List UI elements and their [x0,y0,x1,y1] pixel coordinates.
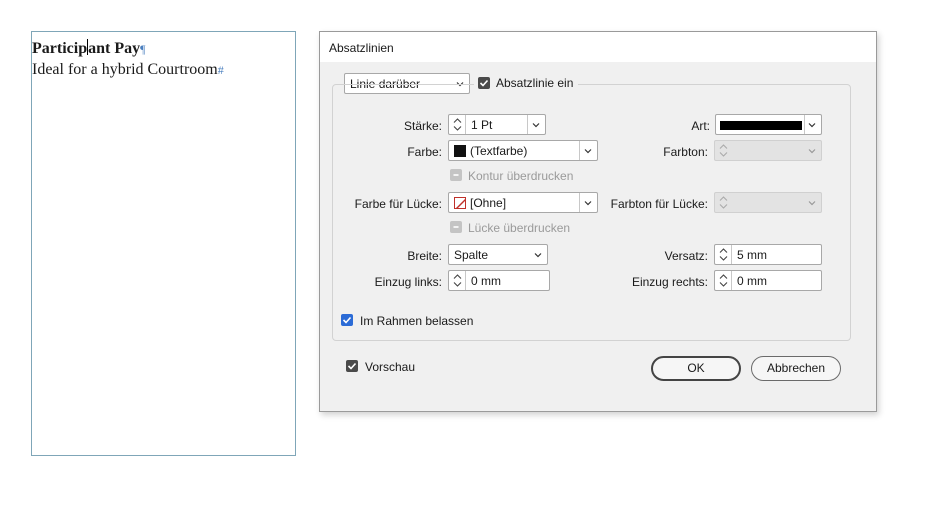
stepper-arrows-icon [453,274,462,287]
dialog-titlebar[interactable]: Absatzlinien [320,32,876,62]
heading-text-end: ant Pay [88,40,141,57]
gap-color-select[interactable]: [Ohne] [448,192,598,213]
offset-field[interactable]: 5 mm [714,244,822,265]
rule-on-checkbox[interactable] [478,77,490,89]
text-frame[interactable]: Participant Pay¶ Ideal for a hybrid Cour… [31,31,296,456]
solid-stroke-preview [720,121,802,130]
indeterminate-icon [453,174,459,176]
offset-label: Versatz: [664,249,708,263]
width-value: Spalte [454,248,489,262]
type-label: Art: [691,119,710,133]
stepper-arrows-icon [719,248,728,261]
chevron-down-icon [534,253,542,258]
chevron-down-icon [808,201,816,206]
stepper-arrows-icon [719,274,728,287]
offset-stepper[interactable] [715,245,732,264]
left-indent-stepper[interactable] [449,271,466,290]
width-label: Breite: [407,249,442,263]
keep-in-frame-label: Im Rahmen belassen [360,314,474,328]
right-indent-stepper[interactable] [715,271,732,290]
weight-combobox[interactable]: 1 Pt [448,114,546,135]
overprint-gap-label: Lücke überdrucken [468,221,571,235]
stepper-arrows-icon [719,144,728,157]
color-label: Farbe: [407,145,442,159]
tint-stepper[interactable] [715,141,732,160]
left-indent-field[interactable]: 0 mm [448,270,550,291]
preview-checkbox[interactable] [346,360,358,372]
chevron-down-icon [808,149,816,154]
gap-color-value: [Ohne] [470,196,507,210]
color-value: (Textfarbe) [470,144,528,158]
preview-label: Vorschau [365,360,416,374]
indeterminate-icon [453,226,459,228]
left-indent-value: 0 mm [471,274,501,288]
offset-value: 5 mm [737,248,767,262]
stroke-type-select[interactable] [715,114,822,135]
divider [579,193,580,212]
stepper-arrows-icon [719,196,728,209]
overprint-gap-checkbox[interactable] [450,221,462,233]
divider [527,115,528,134]
divider [804,115,805,134]
cancel-button[interactable]: Abbrechen [751,356,841,381]
weight-value: 1 Pt [471,118,493,132]
stepper-arrows-icon [453,118,462,131]
rule-on-label: Absatzlinie ein [496,76,574,90]
keep-in-frame-checkbox[interactable] [341,314,353,326]
divider [579,141,580,160]
chevron-down-icon[interactable] [531,120,541,130]
paragraph-heading[interactable]: Participant Pay¶ [32,39,146,58]
tint-label: Farbton: [663,145,708,159]
chevron-down-icon [584,201,592,206]
chevron-down-icon [808,123,816,128]
gap-color-label: Farbe für Lücke: [354,197,442,211]
weight-label: Stärke: [403,119,442,133]
ok-button[interactable]: OK [651,356,741,381]
gap-tint-combobox[interactable] [714,192,822,213]
checkmark-icon [347,362,357,370]
none-swatch-icon [454,197,466,209]
dialog-title: Absatzlinien [329,41,394,55]
tint-combobox[interactable] [714,140,822,161]
checkmark-icon [342,316,352,324]
color-swatch [454,145,466,157]
pilcrow-mark: ¶ [140,42,146,56]
chevron-down-icon [584,149,592,154]
end-of-story-mark: # [217,63,224,77]
body-text: Ideal for a hybrid Courtroom [32,61,218,78]
right-indent-field[interactable]: 0 mm [714,270,822,291]
paragraph-rules-dialog: Absatzlinien Linie darüber Absatzlinie e… [319,31,877,412]
right-indent-value: 0 mm [737,274,767,288]
overprint-stroke-checkbox[interactable] [450,169,462,181]
overprint-stroke-label: Kontur überdrucken [468,169,574,183]
checkmark-icon [479,79,489,87]
heading-text-start: Particip [32,40,88,57]
width-select[interactable]: Spalte [448,244,548,265]
right-indent-label: Einzug rechts: [631,275,708,289]
weight-stepper[interactable] [449,115,466,134]
gap-tint-stepper[interactable] [715,193,732,212]
paragraph-body[interactable]: Ideal for a hybrid Courtroom# [32,61,224,79]
gap-tint-label: Farbton für Lücke: [610,197,708,211]
left-indent-label: Einzug links: [374,275,442,289]
color-select[interactable]: (Textfarbe) [448,140,598,161]
